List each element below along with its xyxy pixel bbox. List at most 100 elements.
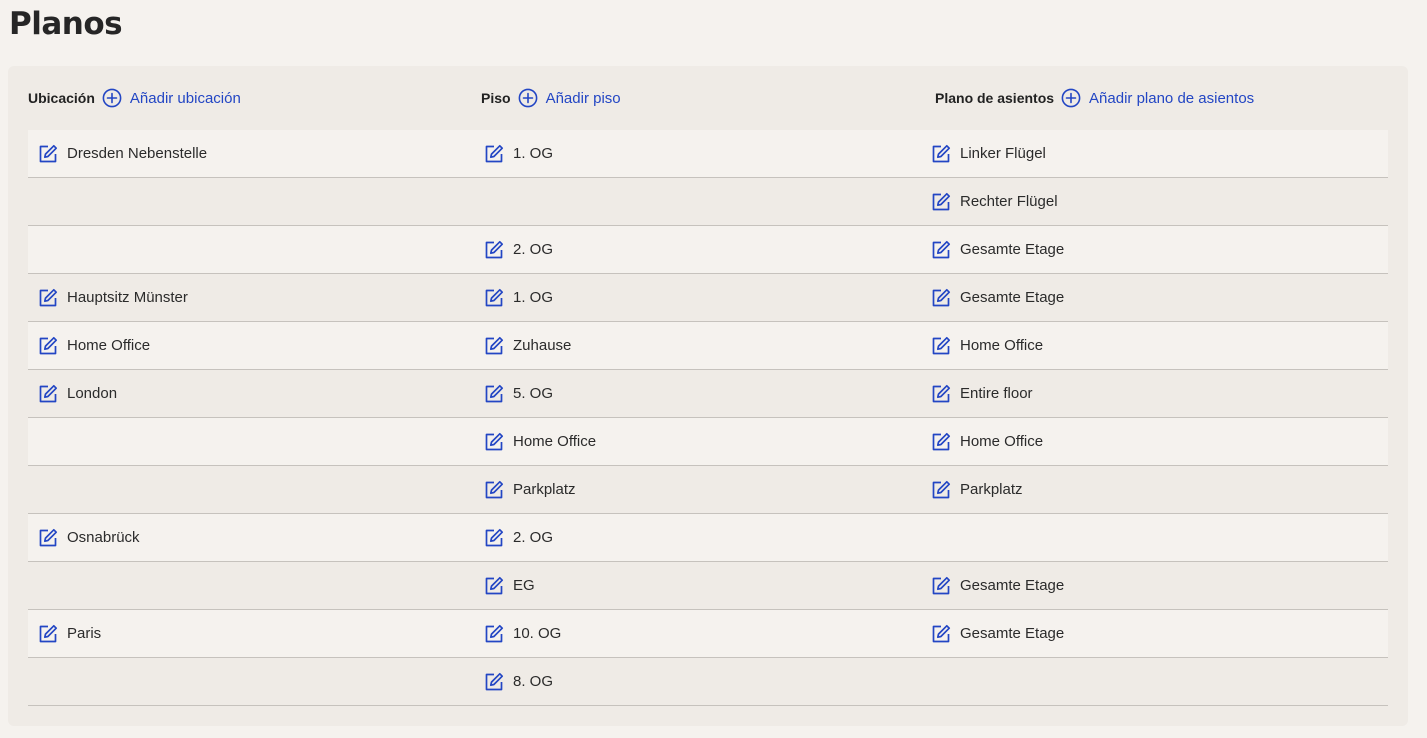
seatplan-cell[interactable]: Gesamte Etage	[930, 274, 1064, 321]
floor-label: 1. OG	[513, 145, 554, 162]
location-label: Hauptsitz Münster	[67, 289, 188, 306]
location-cell[interactable]: Osnabrück	[37, 514, 140, 561]
edit-icon[interactable]	[37, 383, 59, 405]
table-body: Dresden Nebenstelle 1. OG Linker Flügel Rec…	[28, 130, 1388, 706]
location-label: Home Office	[67, 337, 151, 354]
edit-icon[interactable]	[483, 431, 505, 453]
edit-icon[interactable]	[37, 143, 59, 165]
edit-icon[interactable]	[930, 143, 952, 165]
table-row: London 5. OG Entire floor	[28, 370, 1388, 418]
seatplan-label: Parkplatz	[960, 481, 1023, 498]
table-row: 2. OG Gesamte Etage	[28, 226, 1388, 274]
edit-icon[interactable]	[930, 239, 952, 261]
add-location-label: Añadir ubicación	[129, 89, 241, 107]
table-row: Parkplatz Parkplatz	[28, 466, 1388, 514]
seatplan-cell[interactable]: Home Office	[930, 322, 1043, 369]
seatplan-label: Gesamte Etage	[960, 577, 1065, 594]
header-location: Ubicación Añadir ubicación	[28, 66, 241, 130]
plus-circle-icon	[518, 88, 537, 108]
edit-icon[interactable]	[930, 287, 952, 309]
add-floor-button[interactable]: Añadir piso	[518, 88, 621, 108]
location-label: London	[67, 385, 118, 402]
floor-cell[interactable]: 10. OG	[483, 610, 561, 657]
edit-icon[interactable]	[483, 239, 505, 261]
edit-icon[interactable]	[930, 479, 952, 501]
floor-label: 5. OG	[513, 385, 554, 402]
floor-cell[interactable]: Parkplatz	[483, 466, 576, 513]
table-header: Ubicación Añadir ubicación Piso Añadir p…	[28, 66, 1388, 130]
edit-icon[interactable]	[483, 671, 505, 693]
edit-icon[interactable]	[37, 287, 59, 309]
floor-label: 8. OG	[513, 673, 554, 690]
floor-label: 1. OG	[513, 289, 554, 306]
add-seatplan-label: Añadir plano de asientos	[1089, 89, 1255, 107]
seatplan-label: Entire floor	[960, 385, 1033, 402]
floor-cell[interactable]: 5. OG	[483, 370, 553, 417]
header-floor: Piso Añadir piso	[481, 66, 621, 130]
edit-icon[interactable]	[483, 287, 505, 309]
location-cell[interactable]: Paris	[37, 610, 101, 657]
location-label: Osnabrück	[67, 529, 140, 546]
edit-icon[interactable]	[483, 575, 505, 597]
plus-circle-icon	[1061, 88, 1081, 108]
floor-cell[interactable]: 2. OG	[483, 226, 553, 273]
seatplan-label: Rechter Flügel	[960, 193, 1058, 210]
add-location-button[interactable]: Añadir ubicación	[102, 88, 241, 108]
seatplan-label: Gesamte Etage	[960, 289, 1065, 306]
header-seatplan-label: Plano de asientos	[935, 90, 1055, 106]
table-row: Paris 10. OG Gesamte Etage	[28, 610, 1388, 658]
location-cell[interactable]: Hauptsitz Münster	[37, 274, 188, 321]
floor-cell[interactable]: 8. OG	[483, 658, 553, 705]
location-cell[interactable]: Home Office	[37, 322, 150, 369]
edit-icon[interactable]	[483, 479, 505, 501]
edit-icon[interactable]	[483, 383, 505, 405]
floor-label: EG	[513, 577, 535, 594]
location-label: Paris	[67, 625, 102, 642]
floor-cell[interactable]: 1. OG	[483, 274, 553, 321]
edit-icon[interactable]	[930, 191, 952, 213]
location-label: Dresden Nebenstelle	[67, 145, 208, 162]
seatplan-cell[interactable]: Gesamte Etage	[930, 226, 1064, 273]
floor-cell[interactable]: Home Office	[483, 418, 596, 465]
floor-cell[interactable]: EG	[483, 562, 535, 609]
seatplan-label: Gesamte Etage	[960, 241, 1065, 258]
add-seatplan-button[interactable]: Añadir plano de asientos	[1061, 88, 1254, 108]
floor-label: 10. OG	[513, 625, 562, 642]
floor-label: Parkplatz	[513, 481, 576, 498]
edit-icon[interactable]	[483, 623, 505, 645]
floor-label: Home Office	[513, 433, 597, 450]
edit-icon[interactable]	[483, 527, 505, 549]
table-row: Home Office Home Office	[28, 418, 1388, 466]
location-cell[interactable]: London	[37, 370, 117, 417]
seatplan-label: Home Office	[960, 433, 1044, 450]
table-row: Home Office Zuhause Home Office	[28, 322, 1388, 370]
table-row: Osnabrück 2. OG	[28, 514, 1388, 562]
floor-cell[interactable]: 1. OG	[483, 130, 553, 177]
seatplan-cell[interactable]: Rechter Flügel	[930, 178, 1058, 225]
seatplan-cell[interactable]: Gesamte Etage	[930, 562, 1064, 609]
seatplan-cell[interactable]: Parkplatz	[930, 466, 1023, 513]
floor-cell[interactable]: 2. OG	[483, 514, 553, 561]
table-row: Hauptsitz Münster 1. OG Gesamte Etage	[28, 274, 1388, 322]
seatplan-cell[interactable]: Home Office	[930, 418, 1043, 465]
edit-icon[interactable]	[483, 335, 505, 357]
edit-icon[interactable]	[930, 623, 952, 645]
edit-icon[interactable]	[37, 623, 59, 645]
edit-icon[interactable]	[930, 383, 952, 405]
seatplan-cell[interactable]: Gesamte Etage	[930, 610, 1064, 657]
add-floor-label: Añadir piso	[545, 89, 621, 107]
edit-icon[interactable]	[483, 143, 505, 165]
seatplan-label: Home Office	[960, 337, 1044, 354]
edit-icon[interactable]	[37, 527, 59, 549]
edit-icon[interactable]	[930, 575, 952, 597]
table-row: Dresden Nebenstelle 1. OG Linker Flügel	[28, 130, 1388, 178]
floor-cell[interactable]: Zuhause	[483, 322, 571, 369]
edit-icon[interactable]	[37, 335, 59, 357]
edit-icon[interactable]	[930, 431, 952, 453]
edit-icon[interactable]	[930, 335, 952, 357]
seatplan-label: Gesamte Etage	[960, 625, 1065, 642]
location-cell[interactable]: Dresden Nebenstelle	[37, 130, 207, 177]
seatplan-cell[interactable]: Entire floor	[930, 370, 1033, 417]
seatplan-cell[interactable]: Linker Flügel	[930, 130, 1046, 177]
seatplan-label: Linker Flügel	[960, 145, 1046, 162]
